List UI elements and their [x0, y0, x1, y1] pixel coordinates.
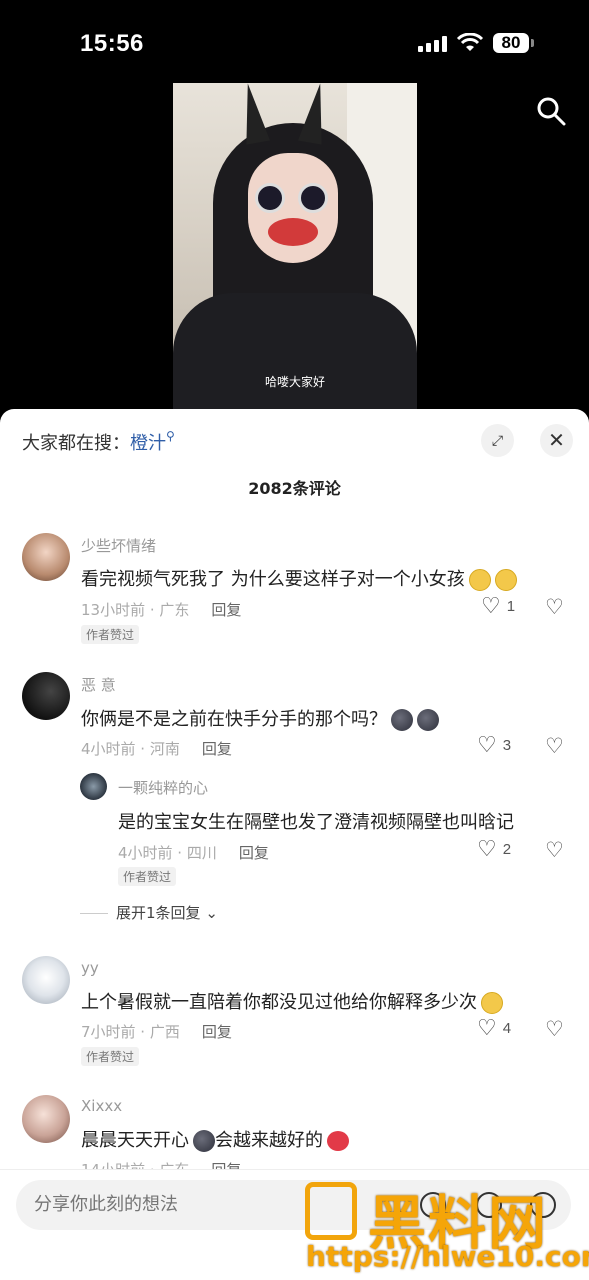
comment-meta: 13小时前 · 广东 回复	[81, 601, 242, 619]
avatar[interactable]	[22, 1095, 70, 1143]
crying-emoji-icon	[468, 569, 491, 591]
wifi-icon	[456, 33, 484, 51]
comment-text: 上个暑假就一直陪着你都没见过他给你解释多少次	[81, 988, 503, 1014]
avatar[interactable]	[22, 672, 70, 720]
search-small-icon: ⚲	[166, 429, 175, 443]
author-liked-tag: 作者赞过	[118, 867, 177, 886]
heart-icon: ♡	[481, 593, 501, 618]
pleading-emoji-icon	[481, 992, 503, 1014]
like-button[interactable]: ♡ 3	[477, 734, 511, 756]
reply-text: 是的宝宝女生在隔壁也发了澄清视频隔壁也叫晗记	[118, 812, 514, 833]
comment-meta: 7小时前 · 广西 回复	[81, 1023, 232, 1041]
dark-face-emoji-icon	[391, 709, 413, 731]
comment-author[interactable]: yy	[81, 959, 99, 977]
chevron-down-icon: ⌄	[205, 904, 218, 922]
like-button[interactable]: ♡ 4	[477, 1017, 511, 1039]
search-icon[interactable]	[536, 96, 566, 126]
dislike-icon[interactable]: ♡	[545, 595, 564, 620]
reply-meta: 4小时前 · 四川 回复	[118, 844, 269, 862]
comment-count: 2082条评论	[248, 479, 341, 498]
dislike-icon[interactable]: ♡	[545, 838, 564, 863]
reply-button[interactable]: 回复	[239, 844, 269, 862]
video-caption: 哈喽大家好	[264, 375, 325, 389]
expand-replies-button[interactable]: 展开1条回复 ⌄	[80, 902, 218, 923]
comment-text: 看完视频气死我了 为什么要这样子对一个小女孩	[81, 565, 517, 591]
heart-icon: ♡	[477, 836, 497, 861]
avatar[interactable]	[80, 773, 107, 800]
reply-author[interactable]: 一颗纯粹的心	[118, 777, 208, 798]
trending-keyword[interactable]: 橙汁	[130, 433, 166, 454]
heart-icon: ♡	[477, 732, 497, 757]
close-icon: ✕	[548, 430, 565, 452]
crying-emoji-icon	[494, 569, 517, 591]
dislike-icon[interactable]: ♡	[545, 734, 564, 759]
comment-text: 你俩是不是之前在快手分手的那个吗？	[81, 705, 439, 731]
comment-meta: 4小时前 · 河南 回复	[81, 740, 232, 758]
dark-face-emoji-icon	[417, 709, 439, 731]
dislike-icon[interactable]: ♡	[545, 1017, 564, 1042]
like-button[interactable]: ♡ 2	[477, 838, 511, 860]
author-liked-tag: 作者赞过	[81, 625, 140, 644]
avatar[interactable]	[22, 533, 70, 581]
image-icon[interactable]	[476, 1192, 502, 1218]
comment-text: 晨晨天天开心 会越来越好的	[81, 1126, 349, 1152]
cellular-signal-icon	[418, 36, 448, 52]
reply-button[interactable]: 回复	[202, 740, 232, 758]
comment-author[interactable]: 恶 意	[81, 674, 116, 695]
comment-input-bar	[0, 1169, 589, 1280]
status-time: 15:56	[80, 30, 144, 57]
status-bar: 15:56 80	[0, 0, 589, 80]
reply-button[interactable]: 回复	[211, 601, 241, 619]
battery-icon: 80	[493, 33, 534, 53]
comment-author[interactable]: 少些坏情绪	[81, 535, 156, 556]
video-player[interactable]: 哈喽大家好	[173, 83, 417, 413]
red-heart-emoji-icon	[327, 1131, 349, 1151]
heart-icon: ♡	[477, 1015, 497, 1040]
expand-button[interactable]: ⤢	[481, 424, 514, 457]
dark-face-emoji-icon	[193, 1130, 215, 1152]
avatar[interactable]	[22, 956, 70, 1004]
comment-sheet: 大家都在搜：橙汁⚲ ⤢ ✕ 2082条评论 少些坏情绪 看完视频气死我了 为什么…	[0, 409, 589, 1280]
author-liked-tag: 作者赞过	[81, 1047, 140, 1066]
like-button[interactable]: ♡ 1	[481, 595, 515, 617]
comment-author[interactable]: Xixxx	[81, 1097, 122, 1115]
trending-search[interactable]: 大家都在搜：橙汁⚲	[22, 429, 175, 455]
close-button[interactable]: ✕	[540, 424, 573, 457]
reply-button[interactable]: 回复	[202, 1023, 232, 1041]
at-mention-icon[interactable]	[420, 1192, 446, 1218]
expand-icon: ⤢	[491, 432, 504, 448]
emoji-icon[interactable]	[530, 1192, 556, 1218]
